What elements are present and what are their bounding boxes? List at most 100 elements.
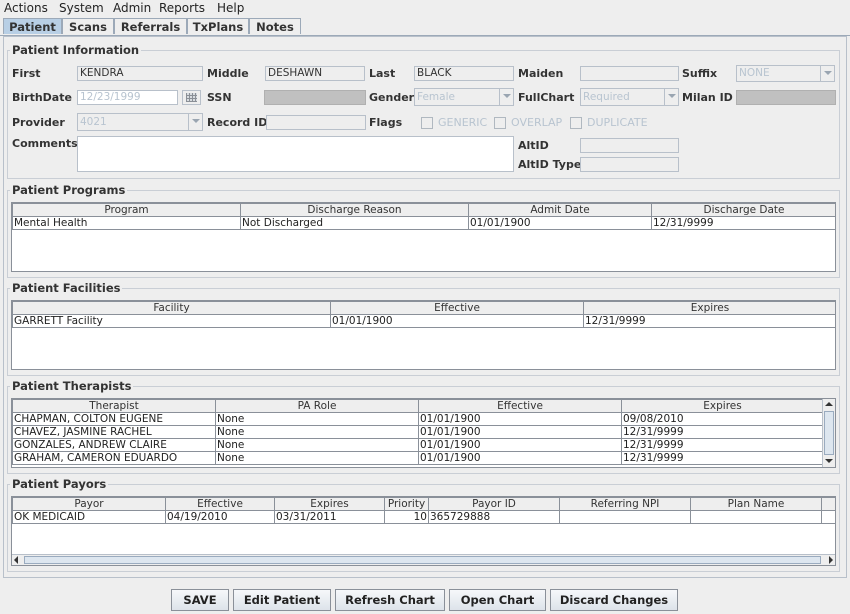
- column-header[interactable]: Admit Date: [468, 203, 652, 217]
- menu-help[interactable]: Help: [217, 1, 244, 15]
- tab-patient[interactable]: Patient: [3, 18, 62, 34]
- programs-table: Program Discharge Reason Admit Date Disc…: [11, 202, 836, 272]
- altid-type-label: AltID Type: [518, 158, 582, 171]
- birthdate-label: BirthDate: [12, 91, 72, 104]
- priority-cell: 10: [384, 510, 429, 524]
- menu-actions[interactable]: Actions: [4, 1, 48, 15]
- table-row[interactable]: GRAHAM, CAMERON EDUARDO None 01/01/1900 …: [12, 451, 824, 465]
- effective-cell: 01/01/1900: [418, 412, 622, 426]
- expires-cell: 12/31/9999: [621, 451, 824, 465]
- maiden-name-field[interactable]: [580, 66, 679, 81]
- column-header[interactable]: Plan Name: [690, 497, 822, 511]
- comments-textarea[interactable]: [77, 136, 514, 172]
- discard-changes-button[interactable]: Discard Changes: [550, 589, 678, 611]
- column-header[interactable]: Discharge Date: [651, 203, 835, 217]
- first-name-field[interactable]: KENDRA: [77, 66, 203, 81]
- menu-reports[interactable]: Reports: [159, 1, 205, 15]
- column-header[interactable]: Effective: [418, 399, 622, 413]
- column-header[interactable]: PA Role: [215, 399, 419, 413]
- scroll-left-icon[interactable]: [12, 555, 22, 564]
- therapist-cell: CHAVEZ, JASMINE RACHEL: [12, 425, 216, 439]
- expires-cell: 12/31/9999: [621, 438, 824, 452]
- patient-facilities-title: Patient Facilities: [10, 281, 123, 295]
- altid-type-field[interactable]: [580, 157, 679, 172]
- column-header[interactable]: Therapist: [12, 399, 216, 413]
- ssn-label: SSN: [207, 91, 232, 104]
- suffix-label: Suffix: [682, 67, 718, 80]
- last-label: Last: [369, 67, 396, 80]
- scroll-up-icon[interactable]: [824, 400, 834, 409]
- gender-select[interactable]: Female: [414, 88, 514, 106]
- column-header[interactable]: Program: [12, 203, 241, 217]
- effective-cell: 01/01/1900: [418, 438, 622, 452]
- birthdate-field[interactable]: 12/23/1999: [77, 90, 178, 105]
- column-header[interactable]: Payor: [12, 497, 166, 511]
- tab-scans[interactable]: Scans: [62, 18, 114, 34]
- column-header[interactable]: Expires: [583, 301, 835, 315]
- column-header[interactable]: Facility: [12, 301, 331, 315]
- record-id-label: Record ID: [207, 116, 268, 129]
- facilities-table: Facility Effective Expires GARRETT Facil…: [11, 300, 836, 370]
- tab-referrals[interactable]: Referrals: [114, 18, 187, 34]
- tab-txplans[interactable]: TxPlans: [187, 18, 249, 34]
- record-id-field[interactable]: [266, 115, 366, 130]
- menu-bar: Actions System Admin Reports Help: [0, 0, 850, 17]
- pa-role-cell: None: [215, 412, 419, 426]
- tab-notes[interactable]: Notes: [249, 18, 301, 34]
- pa-role-cell: None: [215, 425, 419, 439]
- ssn-field[interactable]: [264, 90, 366, 105]
- calendar-icon[interactable]: [182, 90, 201, 105]
- open-chart-button[interactable]: Open Chart: [449, 589, 546, 611]
- fullchart-label: FullChart: [518, 91, 575, 104]
- expires-cell: 03/31/2011: [274, 510, 385, 524]
- table-row[interactable]: CHAVEZ, JASMINE RACHEL None 01/01/1900 1…: [12, 425, 824, 439]
- table-row[interactable]: CHAPMAN, COLTON EUGENE None 01/01/1900 0…: [12, 412, 824, 426]
- checkbox-icon: [570, 116, 582, 129]
- table-row[interactable]: Mental Health Not Discharged 01/01/1900 …: [12, 216, 835, 230]
- table-row[interactable]: OK MEDICAID 04/19/2010 03/31/2011 10 365…: [12, 510, 835, 524]
- scroll-thumb[interactable]: [824, 411, 834, 455]
- payors-table: Payor Effective Expires Priority Payor I…: [11, 496, 836, 566]
- column-header[interactable]: Effective: [330, 301, 584, 315]
- column-header[interactable]: Discharge Reason: [240, 203, 469, 217]
- scroll-right-icon[interactable]: [825, 555, 835, 564]
- suffix-select[interactable]: NONE: [736, 65, 835, 82]
- refresh-chart-button[interactable]: Refresh Chart: [335, 589, 445, 611]
- provider-select[interactable]: 4021: [77, 113, 203, 131]
- scroll-thumb[interactable]: [24, 556, 821, 564]
- effective-cell: 01/01/1900: [418, 451, 622, 465]
- fullchart-value: Required: [583, 91, 630, 103]
- milan-id-field[interactable]: [736, 90, 836, 105]
- duplicate-checkbox[interactable]: DUPLICATE: [570, 116, 648, 129]
- table-row[interactable]: GONZALES, ANDREW CLAIRE None 01/01/1900 …: [12, 438, 824, 452]
- middle-name-field[interactable]: DESHAWN: [265, 66, 365, 81]
- effective-cell: 01/01/1900: [330, 314, 584, 328]
- column-header[interactable]: Payor ID: [428, 497, 560, 511]
- column-header[interactable]: Expires: [274, 497, 385, 511]
- scroll-down-icon[interactable]: [824, 457, 834, 466]
- overlap-checkbox[interactable]: OVERLAP: [494, 116, 562, 129]
- payors-horizontal-scrollbar[interactable]: [12, 554, 835, 565]
- chevron-down-icon: [664, 89, 678, 105]
- fullchart-select[interactable]: Required: [580, 88, 679, 106]
- column-header[interactable]: Expires: [621, 399, 824, 413]
- discharge-reason-cell: Not Discharged: [240, 216, 469, 230]
- milan-id-label: Milan ID: [682, 91, 733, 104]
- column-header[interactable]: Priority: [384, 497, 429, 511]
- column-header[interactable]: Effective: [165, 497, 275, 511]
- expires-cell: 12/31/9999: [583, 314, 835, 328]
- edit-patient-button[interactable]: Edit Patient: [233, 589, 331, 611]
- last-name-field[interactable]: BLACK: [414, 66, 514, 81]
- altid-field[interactable]: [580, 138, 679, 153]
- table-row[interactable]: GARRETT Facility 01/01/1900 12/31/9999: [12, 314, 835, 328]
- menu-admin[interactable]: Admin: [113, 1, 151, 15]
- therapists-vertical-scrollbar[interactable]: [822, 399, 835, 467]
- middle-label: Middle: [207, 67, 249, 80]
- column-header[interactable]: Referring NPI: [559, 497, 691, 511]
- referring-npi-cell: [559, 510, 691, 524]
- save-button[interactable]: SAVE: [171, 589, 229, 611]
- menu-system[interactable]: System: [59, 1, 104, 15]
- expires-cell: 12/31/9999: [621, 425, 824, 439]
- generic-checkbox[interactable]: GENERIC: [421, 116, 487, 129]
- checkbox-icon: [494, 116, 506, 129]
